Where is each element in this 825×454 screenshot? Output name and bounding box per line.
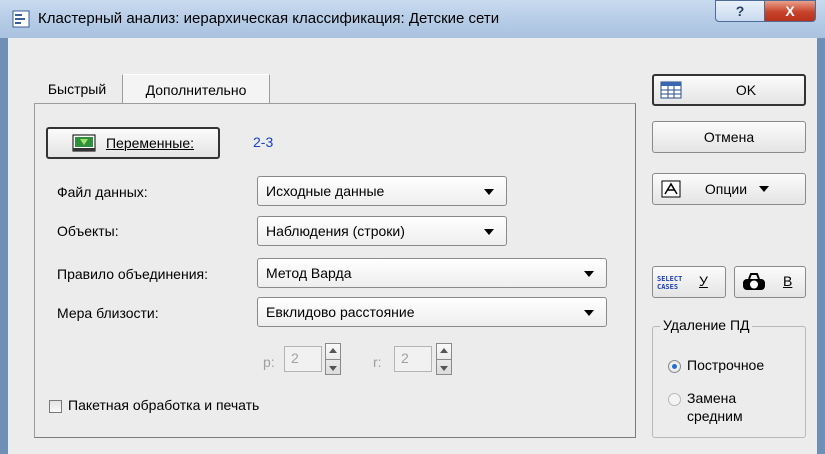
select-cases-button[interactable]: SELECT CASES У (652, 266, 726, 298)
arrow-up-icon (329, 348, 337, 353)
variables-icon (72, 134, 96, 152)
r-value: 2 (401, 350, 409, 366)
radio-casewise[interactable] (668, 360, 681, 373)
radio-casewise-label: Построчное (687, 357, 765, 373)
linkage-rule-dropdown[interactable]: Метод Варда (257, 258, 607, 288)
objects-label: Объекты: (57, 223, 119, 239)
distance-measure-label: Мера близости: (57, 305, 159, 321)
distance-measure-value: Евклидово расстояние (266, 304, 415, 320)
data-file-label: Файл данных: (57, 184, 148, 200)
ok-label: OK (735, 82, 757, 98)
chevron-down-icon (584, 271, 594, 277)
tab-advanced[interactable]: Дополнительно (122, 74, 270, 104)
options-icon (661, 180, 681, 198)
p-input[interactable]: 2 (284, 346, 322, 372)
arrow-down-icon (329, 366, 337, 371)
data-file-dropdown[interactable]: Исходные данные (257, 176, 507, 206)
chevron-down-icon (484, 189, 494, 195)
r-input[interactable]: 2 (394, 346, 432, 372)
linkage-rule-label: Правило объединения: (57, 266, 208, 282)
close-button[interactable]: X (764, 0, 816, 22)
dialog-window: Кластерный анализ: иерархическая классиф… (0, 0, 825, 454)
distance-measure-dropdown[interactable]: Евклидово расстояние (257, 297, 607, 327)
data-file-value: Исходные данные (266, 183, 385, 199)
p-value: 2 (291, 350, 299, 366)
radio-mean-substitution-label: Замена средним (687, 390, 743, 424)
variables-button[interactable]: Переменные: (46, 127, 220, 159)
objects-value: Наблюдения (строки) (266, 223, 405, 239)
radio-mean-substitution[interactable] (668, 393, 681, 406)
weights-letter: В (783, 273, 793, 289)
statistica-app-icon (12, 10, 30, 28)
chevron-down-icon (759, 186, 770, 192)
chevron-down-icon (484, 229, 494, 235)
arrow-down-icon (440, 366, 448, 371)
p-spinner-buttons[interactable] (325, 343, 341, 375)
ok-button[interactable]: OK (652, 74, 806, 106)
help-button[interactable]: ? (715, 0, 765, 22)
variables-value: 2-3 (253, 134, 274, 150)
linkage-rule-value: Метод Варда (266, 265, 352, 281)
title-bar[interactable]: Кластерный анализ: иерархическая классиф… (0, 0, 825, 38)
options-label: Опции (704, 181, 748, 197)
select-cases-icon: SELECT CASES (657, 275, 683, 291)
objects-dropdown[interactable]: Наблюдения (строки) (257, 216, 507, 246)
arrow-up-icon (440, 348, 448, 353)
select-cases-letter: У (699, 273, 708, 289)
variables-button-label: Переменные: (105, 135, 195, 151)
r-label: r: (373, 354, 382, 370)
options-button[interactable]: Опции (652, 173, 806, 205)
missing-data-title: Удаление ПД (660, 317, 753, 333)
window-title: Кластерный анализ: иерархическая классиф… (38, 10, 500, 27)
cancel-button[interactable]: Отмена (652, 121, 806, 153)
batch-label: Пакетная обработка и печать (68, 397, 260, 413)
r-spinner-buttons[interactable] (436, 343, 452, 375)
p-label: p: (263, 354, 275, 370)
grid-icon (660, 81, 682, 99)
batch-checkbox[interactable] (49, 400, 62, 413)
weight-icon (743, 273, 765, 290)
weights-button[interactable]: В (734, 266, 806, 298)
tab-quick[interactable]: Быстрый (34, 74, 120, 104)
chevron-down-icon (584, 310, 594, 316)
